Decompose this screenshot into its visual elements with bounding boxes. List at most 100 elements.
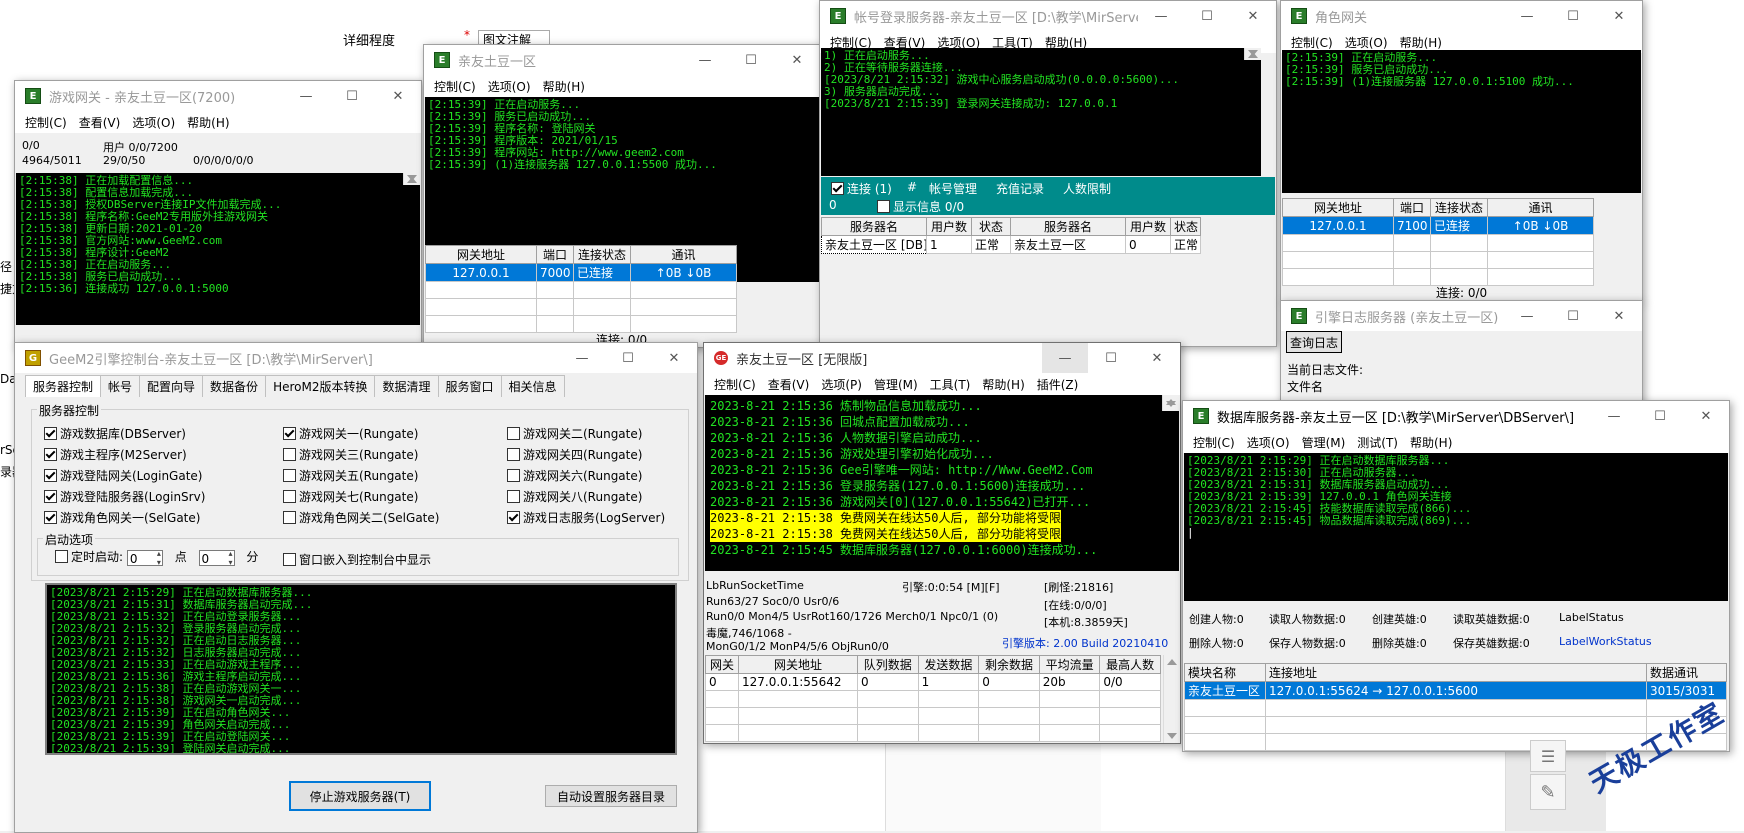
column-header[interactable]: 平均流量	[1038, 655, 1101, 674]
check-rungate-5[interactable]: 游戏网关五(Rungate)	[283, 467, 418, 484]
tab-herom2[interactable]: HeroM2版本转换	[265, 375, 376, 397]
maximize-icon[interactable]: ☐	[605, 343, 651, 373]
maximize-icon[interactable]: ☐	[1550, 301, 1596, 331]
connect-checkbox[interactable]	[831, 182, 844, 195]
limit-link[interactable]: 人数限制	[1063, 180, 1111, 197]
check-rungate-2[interactable]: 游戏网关二(Rungate)	[507, 425, 642, 442]
menu-plugins[interactable]: 插件(Z)	[1031, 376, 1085, 393]
maximize-icon[interactable]: ☐	[1184, 1, 1230, 31]
column-header[interactable]: 通讯	[630, 245, 737, 264]
menu-view[interactable]: 查看(V)	[73, 114, 127, 131]
check-loginsrv[interactable]: 游戏登陆服务器(LoginSrv)	[44, 488, 205, 505]
account-manage-link[interactable]: 帐号管理	[929, 180, 977, 197]
column-header[interactable]: 连接状态	[573, 245, 631, 264]
minute-spinner[interactable]: 0	[198, 549, 235, 567]
tab-cleanup[interactable]: 数据清理	[374, 375, 439, 397]
menu-tools[interactable]: 工具(T)	[924, 376, 977, 393]
minimize-icon[interactable]: —	[1504, 301, 1550, 331]
recharge-record-link[interactable]: 充值记录	[996, 180, 1044, 197]
column-header[interactable]: 服务器名	[821, 217, 927, 236]
check-logingate[interactable]: 游戏登陆网关(LoginGate)	[44, 467, 202, 484]
column-header[interactable]: 最高人数	[1099, 655, 1161, 674]
embed-checkbox[interactable]	[283, 553, 296, 566]
maximize-icon[interactable]: ☐	[1088, 343, 1134, 373]
column-header[interactable]: 连接状态	[1430, 198, 1488, 217]
tab-server-control[interactable]: 服务器控制	[25, 375, 102, 397]
column-header[interactable]: 连接地址	[1265, 663, 1647, 682]
close-icon[interactable]: ✕	[1596, 301, 1642, 331]
table-row[interactable]	[425, 281, 737, 299]
gamegate-console[interactable]: [2:15:38] 正在加载配置信息... [2:15:38] 配置信息加载完成…	[16, 173, 420, 325]
table-row[interactable]: 127.0.0.1 7100 已连接 ↑0B ↓0B	[1282, 216, 1594, 235]
menu-control[interactable]: 控制(C)	[19, 114, 73, 131]
column-header[interactable]: 端口	[1393, 198, 1431, 217]
m2-table-scrollbar[interactable]	[1163, 655, 1180, 743]
close-icon[interactable]: ✕	[1230, 1, 1276, 31]
menu-options[interactable]: 选项(O)	[1339, 34, 1394, 51]
table-row[interactable]	[1282, 268, 1594, 286]
menu-options[interactable]: 选项(O)	[482, 78, 537, 95]
check-logserver[interactable]: 游戏日志服务(LogServer)	[507, 509, 665, 526]
column-header[interactable]: 网关地址	[1282, 198, 1394, 217]
menu-help[interactable]: 帮助(H)	[181, 114, 235, 131]
table-row[interactable]: 0 127.0.0.1:55642 0 1 0 20b 0/0	[705, 673, 1161, 691]
table-row[interactable]	[705, 724, 1161, 742]
check-rungate-3[interactable]: 游戏网关三(Rungate)	[283, 446, 418, 463]
timed-start[interactable]: 定时启动: 0 点 0 分	[55, 548, 258, 567]
maximize-icon[interactable]: ☐	[1550, 1, 1596, 31]
column-header[interactable]: 网关	[705, 655, 739, 674]
column-header[interactable]: 通讯	[1487, 198, 1594, 217]
list-icon[interactable]: ☰	[1530, 740, 1566, 772]
table-row[interactable]	[705, 690, 1161, 708]
logingate-titlebar[interactable]: E 亲友土豆一区 — ☐ ✕	[424, 45, 820, 75]
table-row[interactable]: 亲友土豆一区 [DB] 1 正常 亲友土豆一区 0 正常	[821, 235, 1201, 254]
column-header[interactable]: 用户数	[1125, 217, 1171, 236]
menu-help[interactable]: 帮助(H)	[976, 376, 1030, 393]
menu-help[interactable]: 帮助(H)	[1404, 434, 1458, 451]
dbserver-console[interactable]: [2023/8/21 2:15:29] 正在启动数据库服务器... [2023/…	[1184, 453, 1728, 601]
show-info-checkbox[interactable]	[877, 200, 890, 213]
column-header[interactable]: 剩余数据	[978, 655, 1040, 674]
check-selgate-2[interactable]: 游戏角色网关二(SelGate)	[283, 509, 439, 526]
table-row[interactable]	[425, 298, 737, 316]
menu-help[interactable]: 帮助(H)	[537, 78, 591, 95]
stop-server-button[interactable]: 停止游戏服务器(T)	[289, 781, 431, 811]
column-header[interactable]: 网关地址	[425, 245, 537, 264]
menu-view[interactable]: 查看(V)	[762, 376, 816, 393]
column-header[interactable]: 数据通讯	[1646, 663, 1727, 682]
check-dbserver[interactable]: 游戏数据库(DBServer)	[44, 425, 186, 442]
minimize-icon[interactable]: —	[1138, 1, 1184, 31]
timed-start-checkbox[interactable]	[55, 550, 68, 563]
minimize-icon[interactable]: —	[559, 343, 605, 373]
loginsrv-console[interactable]: 1) 正在启动服务... 2) 正在等待服务器连接... [2023/8/21 …	[821, 48, 1261, 176]
menu-control[interactable]: 控制(C)	[1285, 34, 1339, 51]
query-log-button[interactable]: 查询日志	[1286, 331, 1342, 353]
scrollbar[interactable]	[403, 173, 420, 185]
menu-test[interactable]: 测试(T)	[1351, 434, 1404, 451]
table-row[interactable]	[705, 707, 1161, 725]
check-m2server[interactable]: 游戏主程序(M2Server)	[44, 446, 187, 463]
column-header[interactable]: 网关地址	[738, 655, 858, 674]
tab-backup[interactable]: 数据备份	[202, 375, 267, 397]
column-header[interactable]: 服务器名	[1010, 217, 1126, 236]
maximize-icon[interactable]: ☐	[728, 45, 774, 75]
minimize-icon[interactable]: —	[682, 45, 728, 75]
check-rungate-7[interactable]: 游戏网关七(Rungate)	[283, 488, 418, 505]
column-header[interactable]: 状态	[1170, 217, 1201, 236]
menu-options[interactable]: 选项(P)	[815, 376, 868, 393]
check-rungate-6[interactable]: 游戏网关六(Rungate)	[507, 467, 642, 484]
table-row[interactable]	[425, 315, 737, 333]
close-icon[interactable]: ✕	[651, 343, 697, 373]
close-icon[interactable]: ✕	[375, 81, 421, 111]
menu-options[interactable]: 选项(O)	[1241, 434, 1296, 451]
minimize-icon[interactable]: —	[1042, 343, 1088, 373]
tab-config-wizard[interactable]: 配置向导	[139, 375, 204, 397]
column-header[interactable]: 用户数	[926, 217, 972, 236]
check-rungate-8[interactable]: 游戏网关八(Rungate)	[507, 488, 642, 505]
tab-account[interactable]: 帐号	[100, 375, 141, 397]
menu-control[interactable]: 控制(C)	[708, 376, 762, 393]
column-header[interactable]: 状态	[971, 217, 1011, 236]
tab-service-window[interactable]: 服务窗口	[437, 375, 502, 397]
maximize-icon[interactable]: ☐	[329, 81, 375, 111]
minimize-icon[interactable]: —	[1504, 1, 1550, 31]
